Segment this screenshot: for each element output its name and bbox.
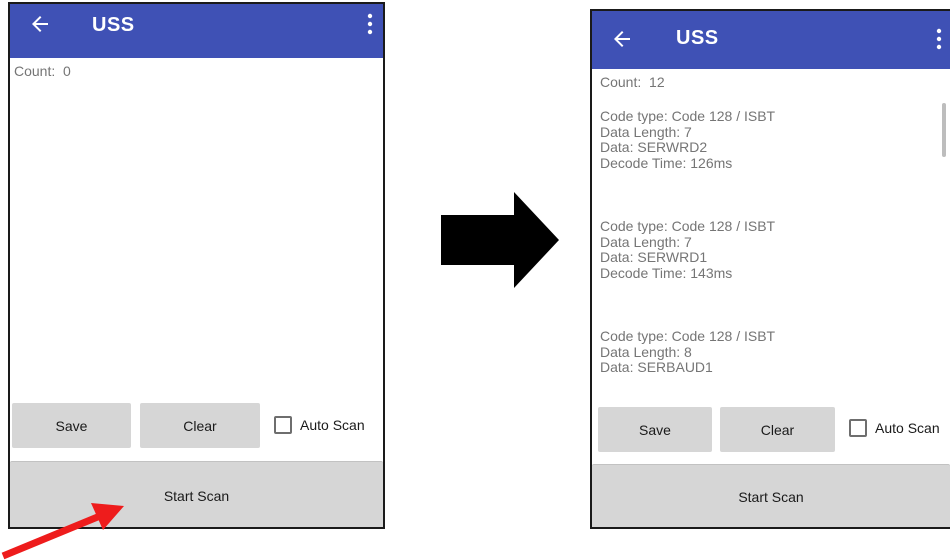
scan-results-list[interactable]: Code type: Code 128 / ISBT Data Length: …: [600, 109, 930, 401]
list-item: Code type: Code 128 / ISBT Data Length: …: [600, 109, 930, 171]
data-value: Data: SERWRD2: [600, 139, 708, 155]
arrow-left-icon[interactable]: [610, 27, 634, 51]
data-length: Data Length: 7: [600, 123, 692, 140]
data-value: Data: SERWRD1: [600, 249, 708, 265]
list-item: Code type: Code 128 / ISBT Data Length: …: [600, 218, 930, 281]
more-vert-icon[interactable]: [934, 27, 944, 51]
scan-count: Count: 0: [14, 63, 71, 79]
data-length: Data Length: 7: [600, 233, 692, 250]
right-arrow-icon: [441, 192, 559, 288]
clear-button[interactable]: Clear: [140, 403, 260, 448]
red-pointer-arrow-icon: [1, 503, 124, 560]
count-label: Count:: [600, 74, 642, 90]
list-item: Code type: Code 128 / ISBT Data Length: …: [600, 328, 930, 391]
data-length: Data Length: 8: [600, 343, 692, 360]
data-value: Data: SERBAUD1: [600, 359, 713, 375]
save-button[interactable]: Save: [12, 403, 131, 448]
clear-button[interactable]: Clear: [720, 407, 835, 452]
more-vert-icon[interactable]: [365, 12, 375, 36]
scan-count: Count: 12: [600, 74, 665, 90]
app-bar: USS: [592, 11, 950, 69]
count-value: 0: [63, 63, 71, 79]
decode-time: Decode Time: 126ms: [600, 154, 733, 171]
scanner-screen-before: USS Count: 0 Save Clear Auto Scan Start …: [8, 2, 385, 529]
code-type: Code type: Code 128 / ISBT: [600, 218, 776, 234]
start-scan-button[interactable]: Start Scan: [592, 464, 950, 527]
decode-time: Decode Time: 143ms: [600, 264, 733, 281]
save-button[interactable]: Save: [598, 407, 712, 452]
code-type: Code type: Code 128 / ISBT: [600, 328, 776, 344]
auto-scan-toggle[interactable]: Auto Scan: [849, 419, 940, 437]
count-value: 12: [649, 74, 665, 90]
app-title: USS: [676, 27, 719, 49]
scanner-screen-after: USS Count: 12 Code type: Code 128 / ISBT…: [590, 9, 950, 529]
count-label: Count:: [14, 63, 56, 79]
arrow-left-icon[interactable]: [28, 12, 52, 36]
app-title: USS: [92, 14, 135, 36]
comparison-canvas: USS Count: 0 Save Clear Auto Scan Start …: [0, 0, 950, 560]
auto-scan-label: Auto Scan: [300, 417, 365, 433]
code-type: Code type: Code 128 / ISBT: [600, 109, 776, 124]
auto-scan-checkbox[interactable]: [849, 419, 867, 437]
app-bar: USS: [10, 4, 383, 58]
auto-scan-checkbox[interactable]: [274, 416, 292, 434]
auto-scan-toggle[interactable]: Auto Scan: [274, 416, 365, 434]
auto-scan-label: Auto Scan: [875, 420, 940, 436]
scrollbar-thumb[interactable]: [942, 103, 946, 157]
